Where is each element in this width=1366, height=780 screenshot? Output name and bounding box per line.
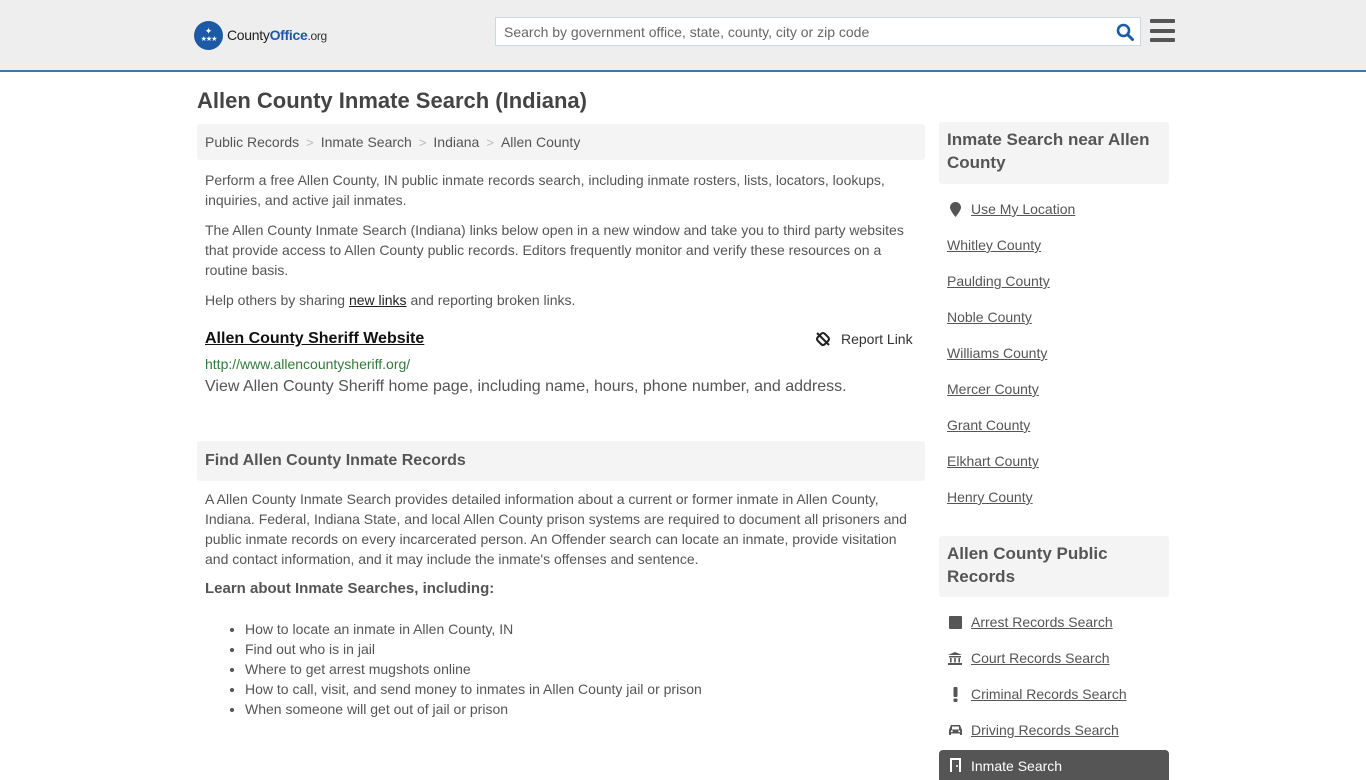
nearby-county-link[interactable]: Mercer County [947, 381, 1039, 397]
nearby-county-link[interactable]: Grant County [947, 417, 1030, 433]
exclamation-icon [947, 686, 963, 702]
site-logo[interactable]: ✦ ★★★ CountyOffice.org [194, 20, 327, 50]
learn-list-item: When someone will get out of jail or pri… [245, 699, 702, 719]
new-links-link[interactable]: new links [349, 292, 407, 308]
eagle-seal-icon: ✦ ★★★ [194, 20, 223, 50]
nearby-heading: Inmate Search near Allen County [939, 122, 1169, 184]
hamburger-icon-bar [1150, 19, 1175, 23]
arrest-records-link[interactable]: Arrest Records Search [947, 614, 1113, 630]
nearby-county-link[interactable]: Whitley County [947, 237, 1041, 253]
hamburger-icon-bar [1150, 28, 1175, 33]
use-my-location-link[interactable]: Use My Location [947, 201, 1075, 217]
search-button[interactable] [1110, 18, 1140, 45]
door-icon [947, 758, 963, 772]
share-paragraph: Help others by sharing new links and rep… [205, 292, 576, 308]
criminal-records-link[interactable]: Criminal Records Search [947, 686, 1127, 702]
breadcrumb-separator: > [418, 134, 427, 150]
learn-list-item: Where to get arrest mugshots online [245, 659, 702, 679]
broken-link-icon [816, 332, 830, 346]
learn-heading: Learn about Inmate Searches, including: [205, 580, 495, 597]
breadcrumb: Public Records > Inmate Search > Indiana… [197, 124, 925, 160]
result-title-link[interactable]: Allen County Sheriff Website [205, 330, 424, 348]
nearby-county-link[interactable]: Williams County [947, 345, 1047, 361]
search-icon [1116, 23, 1134, 41]
nearby-county-link[interactable]: Elkhart County [947, 453, 1039, 469]
disclaimer-paragraph: The Allen County Inmate Search (Indiana)… [205, 222, 904, 278]
breadcrumb-indiana[interactable]: Indiana [433, 134, 479, 150]
site-header: ✦ ★★★ CountyOffice.org [0, 0, 1366, 72]
find-records-body: A Allen County Inmate Search provides de… [205, 491, 907, 567]
intro-paragraph: Perform a free Allen County, IN public i… [205, 172, 885, 208]
driving-records-link[interactable]: Driving Records Search [947, 722, 1119, 738]
report-link-button[interactable]: Report Link [815, 331, 913, 347]
breadcrumb-inmate-search[interactable]: Inmate Search [321, 134, 412, 150]
court-records-link[interactable]: Court Records Search [947, 650, 1110, 666]
search-input[interactable] [496, 18, 1110, 45]
hamburger-icon-bar [1150, 38, 1175, 42]
page-title: Allen County Inmate Search (Indiana) [197, 88, 587, 113]
breadcrumb-separator: > [306, 134, 314, 150]
inmate-search-active-item[interactable]: Inmate Search [939, 750, 1169, 780]
courthouse-icon [947, 651, 963, 665]
find-records-heading: Find Allen County Inmate Records [197, 441, 925, 481]
result-url: http://www.allencountysheriff.org/ [205, 356, 411, 372]
nearby-county-link[interactable]: Noble County [947, 309, 1032, 325]
breadcrumb-allen-county[interactable]: Allen County [501, 134, 580, 150]
public-records-heading: Allen County Public Records [939, 536, 1169, 597]
logo-text: CountyOffice.org [227, 27, 327, 43]
result-description: View Allen County Sheriff home page, inc… [205, 378, 847, 395]
square-icon [947, 615, 963, 629]
search-box [495, 17, 1141, 46]
car-icon [947, 724, 963, 736]
nearby-county-link[interactable]: Paulding County [947, 273, 1050, 289]
map-pin-icon [947, 201, 963, 217]
learn-list-item: Find out who is in jail [245, 639, 702, 659]
menu-button[interactable] [1150, 19, 1175, 42]
breadcrumb-public-records[interactable]: Public Records [205, 134, 299, 150]
breadcrumb-separator: > [486, 134, 494, 150]
learn-list-item: How to call, visit, and send money to in… [245, 679, 702, 699]
learn-list-item: How to locate an inmate in Allen County,… [245, 619, 702, 639]
learn-list: How to locate an inmate in Allen County,… [245, 619, 702, 719]
nearby-county-link[interactable]: Henry County [947, 489, 1033, 505]
